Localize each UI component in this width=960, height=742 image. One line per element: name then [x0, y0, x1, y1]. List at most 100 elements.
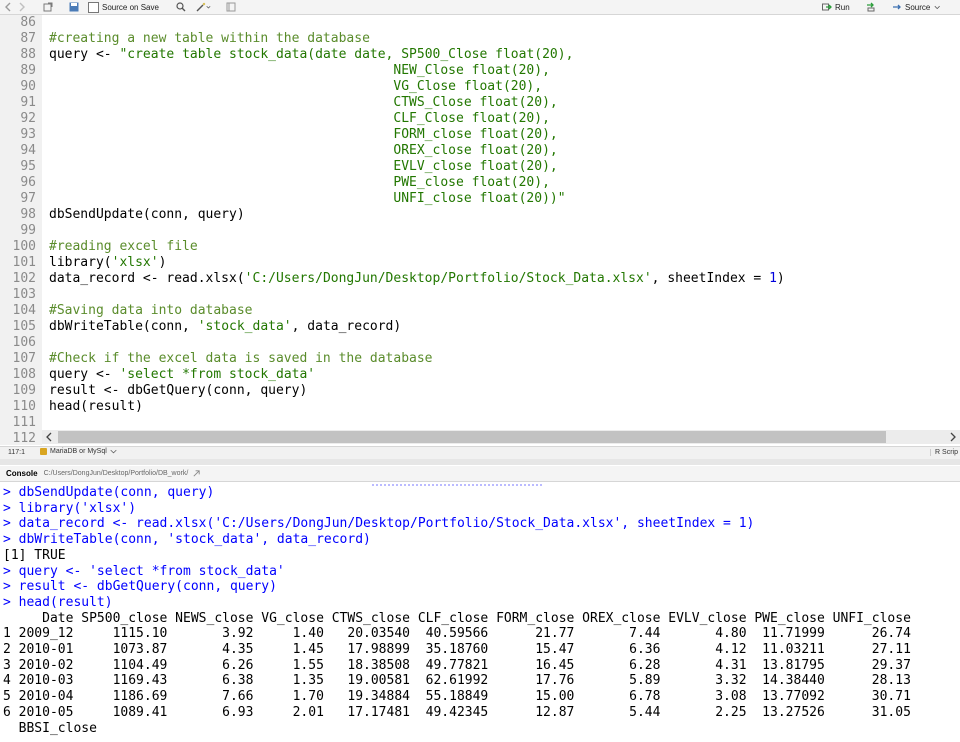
- horizontal-scrollbar[interactable]: [42, 430, 960, 444]
- console-header: Console C:/Users/DongJun/Desktop/Portfol…: [0, 466, 960, 482]
- console-command-line: > query <- 'select *from stock_data': [3, 563, 285, 579]
- line-number: 95: [20, 159, 36, 174]
- line-number: 99: [20, 223, 36, 238]
- pane-splitter[interactable]: [0, 459, 960, 465]
- console-output-line: BBSI_close: [3, 720, 97, 736]
- line-number: 104: [12, 303, 36, 318]
- popout-icon: [43, 2, 53, 12]
- line-number: 106: [12, 335, 36, 350]
- scroll-right-icon[interactable]: [947, 432, 957, 442]
- line-number: 101: [12, 255, 36, 270]
- source-arrow-icon: [893, 4, 901, 10]
- scrollbar-thumb[interactable]: [58, 431, 886, 443]
- search-icon: [176, 2, 186, 12]
- console-output-line: 6 2010-05 1089.41 6.93 2.01 17.17481 49.…: [3, 704, 911, 720]
- checkbox-icon[interactable]: [88, 1, 99, 13]
- code-line[interactable]: NEW_Close float(20),: [49, 63, 550, 79]
- console-command-line: > dbWriteTable(conn, 'stock_data', data_…: [3, 532, 371, 548]
- chevron-down-icon: [206, 6, 211, 9]
- console-output[interactable]: > dbSendUpdate(conn, query) > library('xl…: [0, 482, 960, 742]
- code-editor[interactable]: 86 87 88 89 90 91 92 93 94 95 96 97 98 99 100 101 102 103…: [0, 15, 960, 445]
- console-path: C:/Users/DongJun/Desktop/Portfolio/DB_wo…: [43, 470, 189, 477]
- line-number: 102: [12, 271, 36, 286]
- console-output-line: [1] TRUE: [3, 547, 66, 563]
- scope-selector[interactable]: MariaDB or MySql: [40, 448, 117, 455]
- line-number: 94: [20, 143, 36, 158]
- line-number: 100: [12, 239, 36, 254]
- back-button[interactable]: [3, 1, 13, 13]
- compile-report-button[interactable]: [226, 1, 236, 13]
- code-line[interactable]: CLF_Close float(20),: [49, 111, 550, 127]
- code-line[interactable]: head(result): [49, 399, 143, 415]
- code-line[interactable]: data_record <- read.xlsx('C:/Users/DongJ…: [49, 271, 785, 287]
- editor-status-bar: 117:1 MariaDB or MySql R Scrip: [0, 446, 960, 459]
- line-number: 96: [20, 175, 36, 190]
- console-output-line: Date SP500_close NEWS_close VG_close CTW…: [3, 610, 911, 626]
- code-line[interactable]: UNFI_close float(20))": [49, 191, 565, 207]
- magic-wand-icon: [196, 2, 206, 12]
- code-line[interactable]: query <- "create table stock_data(date d…: [49, 47, 573, 63]
- save-button[interactable]: [69, 1, 79, 13]
- code-line[interactable]: #Check if the excel data is saved in the…: [49, 351, 433, 367]
- code-line[interactable]: #creating a new table within the databas…: [49, 31, 370, 47]
- arrow-left-icon: [5, 2, 11, 12]
- chevron-down-icon: [934, 5, 941, 10]
- code-line[interactable]: dbSendUpdate(conn, query): [49, 207, 245, 223]
- line-number: 98: [20, 207, 36, 222]
- console-tab[interactable]: Console: [6, 469, 38, 478]
- code-line[interactable]: result <- dbGetQuery(conn, query): [49, 383, 307, 399]
- line-number: 105: [12, 319, 36, 334]
- editor-toolbar: Source on Save Run Source: [0, 0, 960, 15]
- console-output-line: 2 2010-01 1073.87 4.35 1.45 17.98899 35.…: [3, 642, 911, 657]
- console-command-line: > head(result): [3, 594, 113, 610]
- scroll-left-icon[interactable]: [45, 432, 55, 442]
- code-line[interactable]: CTWS_Close float(20),: [49, 95, 557, 111]
- save-icon: [69, 2, 79, 12]
- code-line[interactable]: query <- 'select *from stock_data': [49, 367, 315, 383]
- line-number: 89: [20, 63, 36, 78]
- console-output-line: 4 2010-03 1169.43 6.38 1.35 19.00581 62.…: [3, 673, 911, 689]
- code-line[interactable]: library('xlsx'): [49, 255, 166, 271]
- code-line[interactable]: PWE_close float(20),: [49, 175, 550, 191]
- code-line[interactable]: dbWriteTable(conn, 'stock_data', data_re…: [49, 319, 401, 335]
- code-line[interactable]: #Saving data into database: [49, 303, 253, 319]
- console-command-line: > library('xlsx'): [3, 500, 137, 516]
- chevron-down-icon: [110, 449, 117, 454]
- line-number: 103: [12, 287, 36, 302]
- forward-button[interactable]: [17, 1, 27, 13]
- code-line[interactable]: FORM_close float(20),: [49, 127, 557, 143]
- source-label: Source: [905, 2, 931, 12]
- console-output-line: 1 2009_12 1115.10 3.92 1.40 20.03540 40.…: [3, 626, 911, 642]
- line-number: 110: [12, 399, 36, 414]
- line-number: 91: [20, 95, 36, 110]
- run-button[interactable]: Run: [822, 1, 850, 13]
- cursor-position: 117:1: [8, 449, 25, 456]
- code-tools-button[interactable]: [196, 1, 213, 13]
- scrolled-partial-line: [372, 482, 542, 486]
- code-line[interactable]: OREX_close float(20),: [49, 143, 557, 159]
- line-number: 93: [20, 127, 36, 142]
- line-number-gutter: 86 87 88 89 90 91 92 93 94 95 96 97 98 99 100 101 102 103…: [0, 15, 42, 445]
- code-line[interactable]: #reading excel file: [49, 239, 198, 255]
- run-arrow-icon: [822, 3, 832, 11]
- scope-label: MariaDB or MySql: [50, 448, 107, 455]
- notebook-icon: [226, 2, 236, 12]
- rerun-icon: [867, 2, 875, 12]
- database-icon: [40, 448, 47, 455]
- line-number: 86: [20, 15, 36, 30]
- find-replace-button[interactable]: [176, 1, 186, 13]
- show-in-window-button[interactable]: [43, 1, 53, 13]
- rerun-button[interactable]: [866, 1, 876, 13]
- line-number: 107: [12, 351, 36, 366]
- run-label: Run: [835, 2, 850, 12]
- go-to-directory-icon[interactable]: [192, 469, 201, 478]
- code-line[interactable]: VG_Close float(20),: [49, 79, 542, 95]
- console-command-line: > data_record <- read.xlsx('C:/Users/Don…: [3, 516, 755, 532]
- source-button[interactable]: Source: [892, 1, 942, 13]
- line-number: 90: [20, 79, 36, 94]
- line-number: 88: [20, 47, 36, 62]
- source-on-save-toggle[interactable]: Source on Save: [88, 1, 159, 13]
- line-number: 97: [20, 191, 36, 206]
- file-type-selector[interactable]: R Scrip: [930, 449, 958, 456]
- code-line[interactable]: EVLV_close float(20),: [49, 159, 557, 175]
